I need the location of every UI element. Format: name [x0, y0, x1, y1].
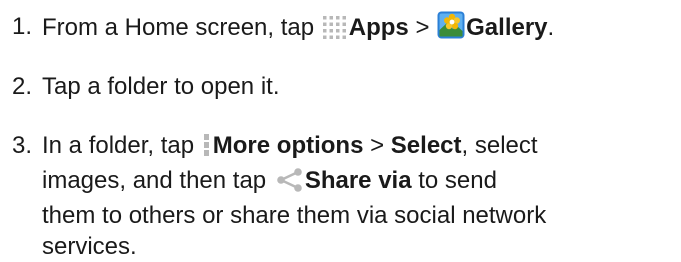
step-number: 2. [12, 73, 33, 100]
step-3: 3. In a folder, tap More options > Selec… [12, 130, 546, 262]
step-number: 1. [12, 13, 33, 40]
step-text-segment: to send [418, 167, 497, 194]
step-2: 2. Tap a folder to open it. [12, 71, 280, 102]
step-text: From a Home screen, tap Apps > Gallery. [42, 11, 554, 47]
step-end: . [547, 14, 555, 41]
step-number: 3. [12, 132, 33, 159]
apps-label: Apps [348, 14, 409, 41]
separator: > [415, 14, 430, 41]
separator: > [370, 132, 385, 159]
share-icon [274, 168, 304, 200]
step-text: Tap a folder to open it. [42, 73, 280, 100]
share-via-label: Share via [304, 167, 412, 194]
step-1: 1. From a Home screen, tap Apps > Galler… [12, 11, 554, 47]
more-options-label: More options [212, 132, 364, 159]
step-line: In a folder, tap More options > Select, … [42, 130, 546, 165]
gallery-label: Gallery [466, 14, 548, 41]
step-text-segment: , select [461, 132, 538, 159]
select-label: Select [390, 132, 462, 159]
step-text-segment: From a Home screen, tap [42, 14, 315, 41]
step-line: them to others or share them via social … [42, 202, 547, 229]
gallery-app-icon [437, 11, 465, 47]
instruction-steps: 1. From a Home screen, tap Apps > Galler… [0, 0, 681, 260]
step-text-segment: images, and then tap [42, 167, 267, 194]
step-text-segment: In a folder, tap [42, 132, 195, 159]
more-options-icon [202, 133, 212, 165]
step-line: images, and then tap Share via to send [42, 165, 546, 200]
apps-grid-icon [322, 15, 348, 47]
step-line: services. [42, 233, 137, 260]
step-text: In a folder, tap More options > Select, … [42, 130, 546, 262]
